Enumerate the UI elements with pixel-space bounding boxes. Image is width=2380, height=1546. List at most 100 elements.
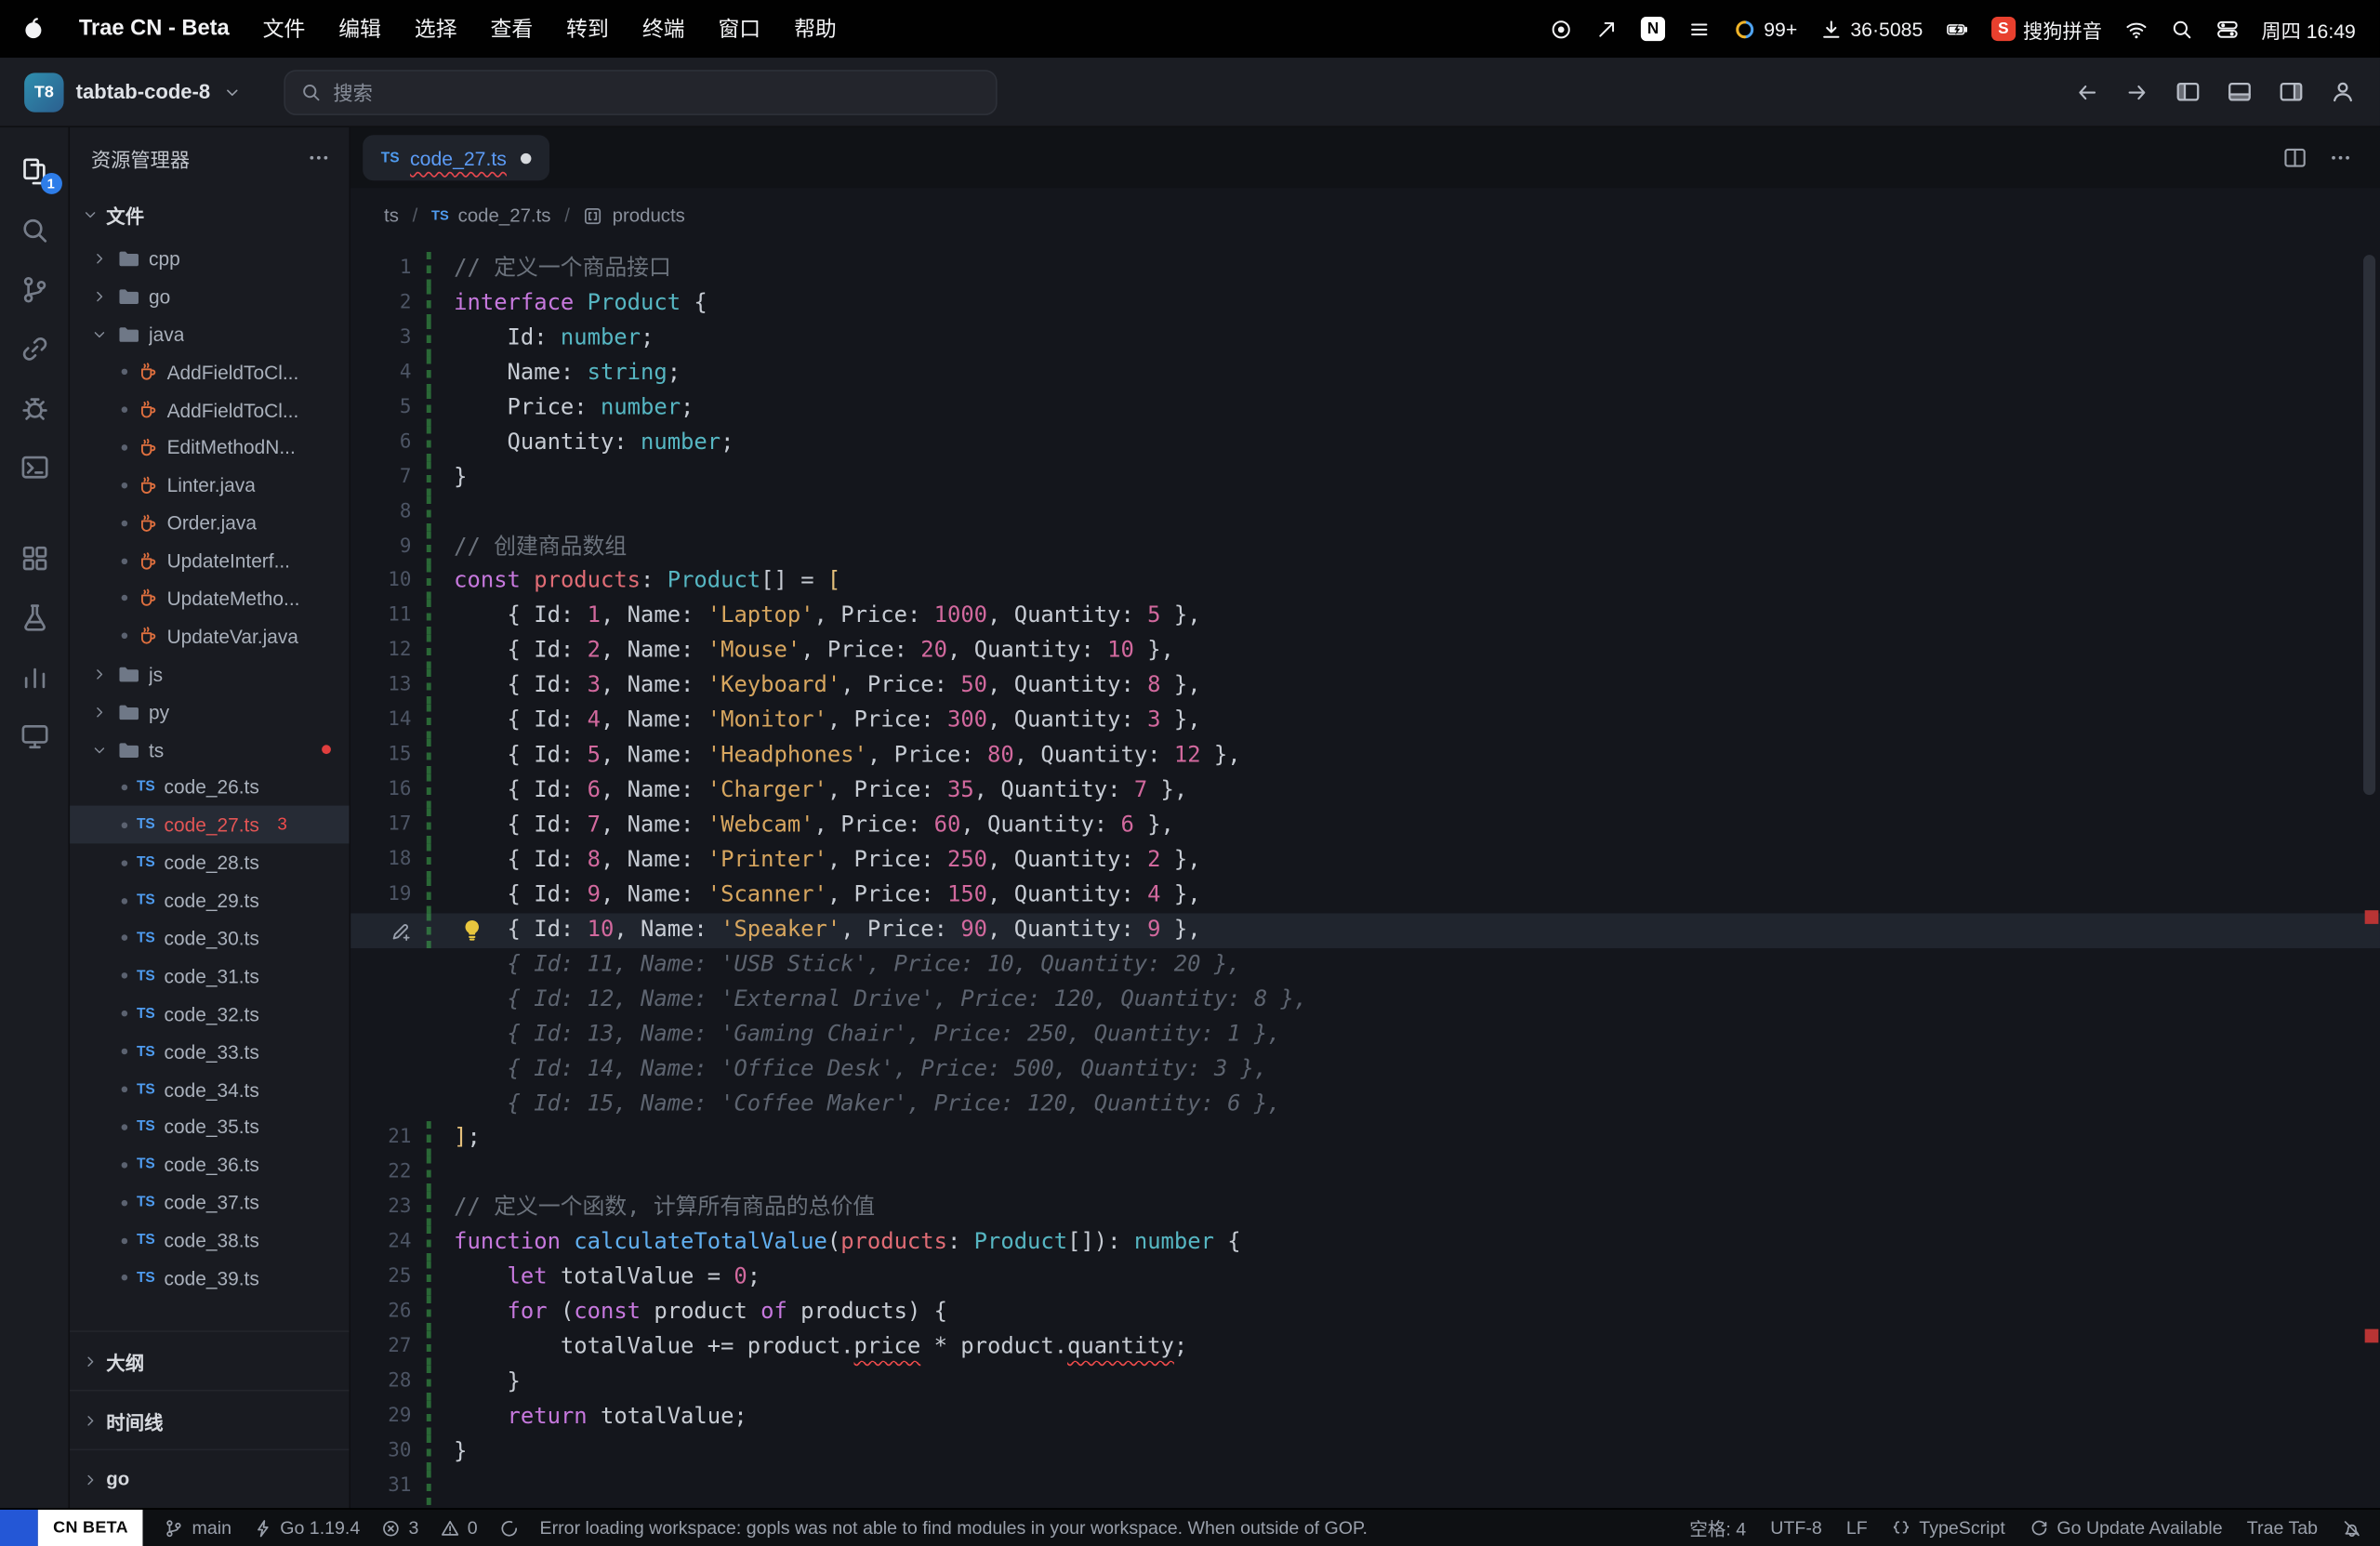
toggle-secondary-sidebar-icon[interactable] (2279, 79, 2305, 105)
code-line[interactable]: 15 { Id: 5, Name: 'Headphones', Price: 8… (350, 739, 2380, 773)
code-line[interactable]: 18 { Id: 8, Name: 'Printer', Price: 250,… (350, 843, 2380, 878)
warning-count[interactable]: 0 (440, 1517, 477, 1539)
spotlight[interactable] (2170, 18, 2192, 40)
file-code_32.ts[interactable]: TScode_32.ts (70, 995, 349, 1033)
code-line[interactable]: 3 Id: number; (350, 322, 2380, 356)
history-back-icon[interactable] (2075, 80, 2099, 104)
code-line[interactable]: 12 { Id: 2, Name: 'Mouse', Price: 20, Qu… (350, 635, 2380, 669)
account-icon[interactable] (2330, 79, 2356, 105)
file-EditMethodN...[interactable]: EditMethodN... (70, 429, 349, 467)
code-line[interactable]: 8 (350, 496, 2380, 530)
folder-py[interactable]: py (70, 693, 349, 731)
code-line[interactable]: 23// 定义一个函数, 计算所有商品的总价值 (350, 1192, 2380, 1226)
bulb-icon[interactable] (460, 918, 484, 942)
file-code_34.ts[interactable]: TScode_34.ts (70, 1071, 349, 1109)
code-line[interactable]: 19 { Id: 9, Name: 'Scanner', Price: 150,… (350, 879, 2380, 913)
code-line[interactable]: { Id: 11, Name: 'USB Stick', Price: 10, … (350, 948, 2380, 983)
file-code_37.ts[interactable]: TScode_37.ts (70, 1183, 349, 1222)
modified-dot-icon[interactable] (521, 152, 531, 163)
stage-manager[interactable] (1688, 18, 1711, 40)
section-0[interactable]: 大纲 (70, 1330, 349, 1390)
code-line[interactable]: 7} (350, 461, 2380, 496)
activity-extensions[interactable] (4, 528, 64, 588)
code-line[interactable]: 4 Name: string; (350, 356, 2380, 390)
git-branch[interactable]: main (165, 1517, 231, 1539)
code-line[interactable]: { Id: 14, Name: 'Office Desk', Price: 50… (350, 1052, 2380, 1087)
notifications-muted[interactable] (2342, 1518, 2361, 1538)
global-search[interactable]: 搜索 (284, 69, 997, 114)
indentation[interactable]: 空格: 4 (1689, 1515, 1746, 1541)
activity-terminal[interactable] (4, 437, 64, 496)
code-line[interactable]: 5 Price: number; (350, 391, 2380, 426)
files-section-header[interactable]: 文件 (70, 188, 349, 239)
code-line[interactable]: 6 Quantity: number; (350, 426, 2380, 460)
code-line[interactable]: 1// 定义一个商品接口 (350, 252, 2380, 286)
file-code_30.ts[interactable]: TScode_30.ts (70, 919, 349, 958)
control-center[interactable] (2215, 18, 2238, 40)
menubar-item[interactable]: 选择 (415, 14, 457, 45)
code-line[interactable]: 13 { Id: 3, Name: 'Keyboard', Price: 50,… (350, 669, 2380, 704)
menubar-item[interactable]: 编辑 (338, 14, 381, 45)
split-editor-icon[interactable] (2283, 146, 2307, 170)
tab-code-27[interactable]: TS code_27.ts (363, 135, 549, 180)
code-line[interactable]: { Id: 12, Name: 'External Drive', Price:… (350, 983, 2380, 1017)
menubar-item[interactable]: 文件 (263, 14, 306, 45)
folder-go[interactable]: go (70, 277, 349, 315)
scrollbar-thumb[interactable] (2363, 255, 2375, 795)
file-code_35.ts[interactable]: TScode_35.ts (70, 1108, 349, 1146)
breadcrumb-products[interactable]: products (584, 205, 685, 226)
code-line[interactable]: 17 { Id: 7, Name: 'Webcam', Price: 60, Q… (350, 809, 2380, 843)
code-line[interactable]: { Id: 13, Name: 'Gaming Chair', Price: 2… (350, 1017, 2380, 1051)
breadcrumb-ts[interactable]: ts (384, 205, 399, 226)
eol[interactable]: LF (1846, 1517, 1868, 1539)
file-Order.java[interactable]: Order.java (70, 504, 349, 542)
code-line[interactable]: { Id: 10, Name: 'Speaker', Price: 90, Qu… (350, 913, 2380, 947)
toggle-panel-icon[interactable] (2227, 79, 2253, 105)
apple-icon[interactable] (21, 17, 46, 41)
activity-debug[interactable] (4, 377, 64, 437)
menubar-item[interactable]: 转到 (566, 14, 609, 45)
code-line[interactable]: 26 for (const product of products) { (350, 1296, 2380, 1330)
file-code_27.ts[interactable]: TScode_27.ts3 (70, 806, 349, 844)
code-line[interactable]: 2interface Product { (350, 286, 2380, 321)
battery[interactable] (1946, 18, 1968, 40)
menubar-item[interactable]: 查看 (491, 14, 534, 45)
file-code_38.ts[interactable]: TScode_38.ts (70, 1222, 349, 1260)
activity-explorer[interactable]: 1 (4, 141, 64, 201)
wifi[interactable] (2124, 18, 2147, 40)
file-UpdateInterf...[interactable]: UpdateInterf... (70, 542, 349, 580)
activity-testing[interactable] (4, 588, 64, 647)
code-editor[interactable]: 1// 定义一个商品接口2interface Product {3 Id: nu… (350, 243, 2380, 1508)
encoding[interactable]: UTF-8 (1770, 1517, 1822, 1539)
code-line[interactable]: 25 let totalValue = 0; (350, 1261, 2380, 1295)
file-code_26.ts[interactable]: TScode_26.ts (70, 769, 349, 807)
file-code_28.ts[interactable]: TScode_28.ts (70, 844, 349, 882)
code-line[interactable]: 27 totalValue += product.price * product… (350, 1330, 2380, 1365)
code-line[interactable]: 16 { Id: 6, Name: 'Charger', Price: 35, … (350, 773, 2380, 808)
code-line[interactable]: 21]; (350, 1122, 2380, 1156)
folder-ts[interactable]: ts (70, 731, 349, 769)
activity-search[interactable] (4, 200, 64, 259)
app-menu[interactable]: Trae CN - Beta (79, 17, 230, 41)
folder-cpp[interactable]: cpp (70, 240, 349, 278)
activity-references[interactable] (4, 319, 64, 378)
breadcrumb-code_27ts[interactable]: TScode_27.ts (431, 205, 550, 226)
folder-js[interactable]: js (70, 655, 349, 694)
file-AddFieldToCl...[interactable]: AddFieldToCl... (70, 390, 349, 429)
activity-remote-window[interactable] (4, 706, 64, 765)
clock[interactable]: 周四 16:49 (2261, 15, 2355, 44)
folder-java[interactable]: java (70, 315, 349, 353)
notion[interactable]: N (1641, 17, 1665, 41)
file-UpdateVar.java[interactable]: UpdateVar.java (70, 617, 349, 655)
sync-spinner[interactable] (498, 1518, 518, 1538)
activity-stats[interactable] (4, 646, 64, 706)
file-Linter.java[interactable]: Linter.java (70, 467, 349, 505)
section-2[interactable]: go (70, 1449, 349, 1509)
language-mode[interactable]: TypeScript (1892, 1517, 2005, 1539)
menubar-item[interactable]: 终端 (642, 14, 685, 45)
file-code_31.ts[interactable]: TScode_31.ts (70, 958, 349, 996)
go-version[interactable]: Go 1.19.4 (253, 1517, 360, 1539)
pointer-tool[interactable] (1595, 18, 1618, 40)
file-code_29.ts[interactable]: TScode_29.ts (70, 881, 349, 919)
app-notifications[interactable]: 99+ (1734, 18, 1798, 40)
